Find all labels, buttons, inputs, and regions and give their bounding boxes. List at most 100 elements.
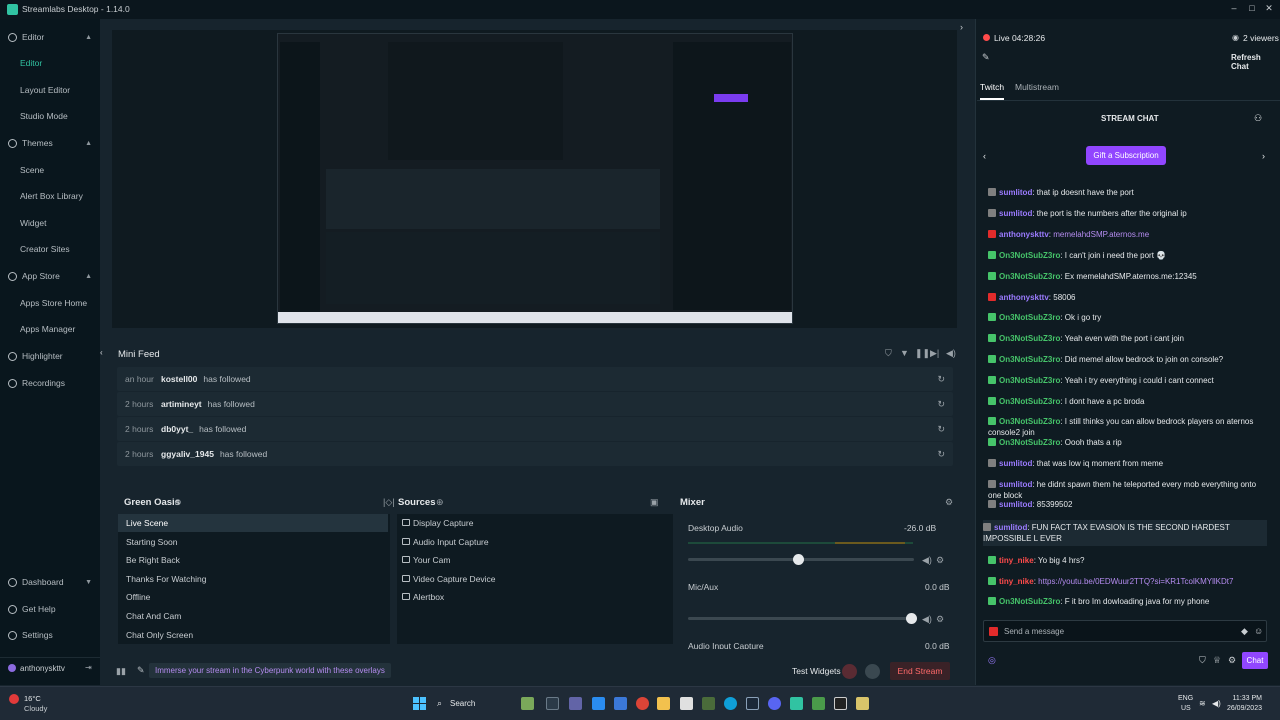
chat-username[interactable]: On3NotSubZ3ro: [999, 251, 1060, 260]
sidebar-section-app-store[interactable]: App Store ▲: [0, 265, 100, 287]
landscape-icon[interactable]: [521, 697, 534, 710]
chat-username[interactable]: sumlitod: [999, 209, 1032, 218]
minecraft-icon[interactable]: [702, 697, 715, 710]
scene-item[interactable]: Thanks For Watching: [118, 570, 388, 588]
chat-send-button[interactable]: Chat: [1242, 652, 1268, 669]
sidebar-item-alert-box-library[interactable]: Alert Box Library: [0, 185, 100, 207]
replay-icon[interactable]: ↻: [937, 424, 945, 435]
speaker-icon[interactable]: ◀): [922, 555, 932, 566]
sidebar-item-dashboard[interactable]: Dashboard ▼: [0, 571, 100, 593]
app-icon[interactable]: [812, 697, 825, 710]
sidebar-item-studio-mode[interactable]: Studio Mode: [0, 105, 100, 127]
gift-subscription-button[interactable]: Gift a Subscription: [1086, 146, 1166, 165]
replay-icon[interactable]: ↻: [937, 399, 945, 410]
pause-icon[interactable]: ❚❚: [915, 348, 930, 359]
channel-points-icon[interactable]: ◎: [988, 655, 996, 666]
chat-text[interactable]: https://youtu.be/0EDWuur2TTQ?si=KR1TcolK…: [1038, 577, 1233, 586]
task-view-icon[interactable]: [546, 697, 559, 710]
collapse-left-icon[interactable]: ‹: [100, 348, 103, 357]
replay-buffer-icon[interactable]: [865, 664, 880, 679]
emoji-icon[interactable]: ☺: [1254, 626, 1263, 636]
teams-icon[interactable]: [569, 697, 582, 710]
sidebar-item-recordings[interactable]: Recordings: [0, 372, 100, 394]
app-icon[interactable]: [856, 697, 869, 710]
chat-username[interactable]: On3NotSubZ3ro: [999, 597, 1060, 606]
chat-username[interactable]: sumlitod: [994, 523, 1027, 532]
tab-multistream[interactable]: Multistream: [1015, 82, 1059, 92]
record-icon[interactable]: [842, 664, 857, 679]
chat-username[interactable]: sumlitod: [999, 459, 1032, 468]
scene-item[interactable]: Offline: [118, 588, 388, 606]
replay-icon[interactable]: ↻: [937, 449, 945, 460]
filter-icon[interactable]: ▼: [900, 348, 909, 358]
store-icon[interactable]: [680, 697, 693, 710]
app-icon[interactable]: [834, 697, 847, 710]
scene-item[interactable]: Chat And Cam: [118, 607, 388, 625]
minimize-icon[interactable]: –: [1228, 3, 1240, 15]
skip-icon[interactable]: ▶|: [930, 348, 939, 359]
user-account-row[interactable]: anthonyskttv ⇥: [0, 657, 100, 677]
chat-username[interactable]: On3NotSubZ3ro: [999, 397, 1060, 406]
tab-twitch[interactable]: Twitch: [980, 82, 1005, 100]
sidebar-item-editor[interactable]: Editor: [0, 52, 100, 74]
chat-username[interactable]: tiny_nike: [999, 577, 1034, 586]
sidebar-item-apps-store-home[interactable]: Apps Store Home: [0, 292, 100, 314]
logout-icon[interactable]: ⇥: [85, 663, 92, 672]
chat-username[interactable]: tiny_nike: [999, 556, 1034, 565]
volume-icon[interactable]: ◀): [1212, 699, 1221, 708]
scenes-title[interactable]: Green Oasis: [124, 497, 180, 508]
refresh-chat-button[interactable]: Refresh Chat: [1231, 53, 1280, 71]
collapse-chat-icon[interactable]: ›: [960, 22, 963, 32]
chat-username[interactable]: sumlitod: [999, 188, 1032, 197]
scene-item[interactable]: Starting Soon: [118, 533, 388, 551]
sidebar-item-scene[interactable]: Scene: [0, 159, 100, 181]
calendar-icon[interactable]: [614, 697, 627, 710]
folder-icon[interactable]: ▣: [650, 497, 659, 508]
gear-icon[interactable]: ⚙: [945, 497, 953, 508]
sidebar-item-creator-sites[interactable]: Creator Sites: [0, 238, 100, 260]
chat-input-field[interactable]: Send a message ◆ ☺: [983, 620, 1267, 642]
chevron-left-icon[interactable]: ‹: [983, 151, 986, 161]
source-item[interactable]: Alertbox: [397, 588, 677, 606]
chat-username[interactable]: On3NotSubZ3ro: [999, 355, 1060, 364]
chat-username[interactable]: On3NotSubZ3ro: [999, 334, 1060, 343]
sidebar-item-apps-manager[interactable]: Apps Manager: [0, 318, 100, 340]
chevron-right-icon[interactable]: ›: [1262, 151, 1265, 161]
source-item[interactable]: Video Capture Device: [397, 570, 677, 588]
source-item[interactable]: Audio Input Capture: [397, 533, 677, 551]
chat-username[interactable]: On3NotSubZ3ro: [999, 376, 1060, 385]
test-widgets-button[interactable]: Test Widgets: [792, 666, 841, 676]
sidebar-item-highlighter[interactable]: Highlighter: [0, 345, 100, 367]
sidebar-item-widget[interactable]: Widget: [0, 212, 100, 234]
gear-icon[interactable]: ⚙: [936, 555, 944, 566]
sidebar-item-settings[interactable]: Settings: [0, 624, 100, 646]
gear-icon[interactable]: ⚙: [1228, 655, 1236, 666]
file-explorer-icon[interactable]: [657, 697, 670, 710]
chat-username[interactable]: anthonyskttv: [999, 293, 1049, 302]
scene-item[interactable]: Chat Only Screen: [118, 626, 388, 644]
source-item[interactable]: Display Capture: [397, 514, 677, 532]
close-icon[interactable]: ✕: [1263, 3, 1275, 15]
language-indicator[interactable]: ENG: [1178, 695, 1193, 702]
end-stream-button[interactable]: End Stream: [890, 662, 950, 680]
files-icon[interactable]: [592, 697, 605, 710]
chat-text[interactable]: memelahdSMP.aternos.me: [1053, 230, 1149, 239]
clock-time[interactable]: 11:33 PM: [1232, 695, 1262, 702]
users-icon[interactable]: ⚇: [1254, 113, 1262, 124]
stats-icon[interactable]: ▮▮: [116, 666, 126, 677]
stream-preview[interactable]: [277, 33, 793, 324]
shield-icon[interactable]: ⛉: [1199, 655, 1206, 666]
wifi-icon[interactable]: ≋: [1199, 699, 1206, 708]
split-icon[interactable]: |◇|: [383, 497, 395, 508]
steam-icon[interactable]: [746, 697, 759, 710]
gear-icon[interactable]: ⚙: [936, 614, 944, 625]
speaker-icon[interactable]: ◀): [922, 614, 932, 625]
pencil-icon[interactable]: ✎: [982, 52, 990, 63]
add-source-icon[interactable]: ⊕: [436, 497, 444, 508]
chat-username[interactable]: On3NotSubZ3ro: [999, 272, 1060, 281]
replay-icon[interactable]: ↻: [937, 374, 945, 385]
add-scene-icon[interactable]: ⊕: [174, 497, 182, 508]
sidebar-item-layout-editor[interactable]: Layout Editor: [0, 79, 100, 101]
maximize-icon[interactable]: □: [1246, 3, 1258, 15]
chat-username[interactable]: sumlitod: [999, 500, 1032, 509]
